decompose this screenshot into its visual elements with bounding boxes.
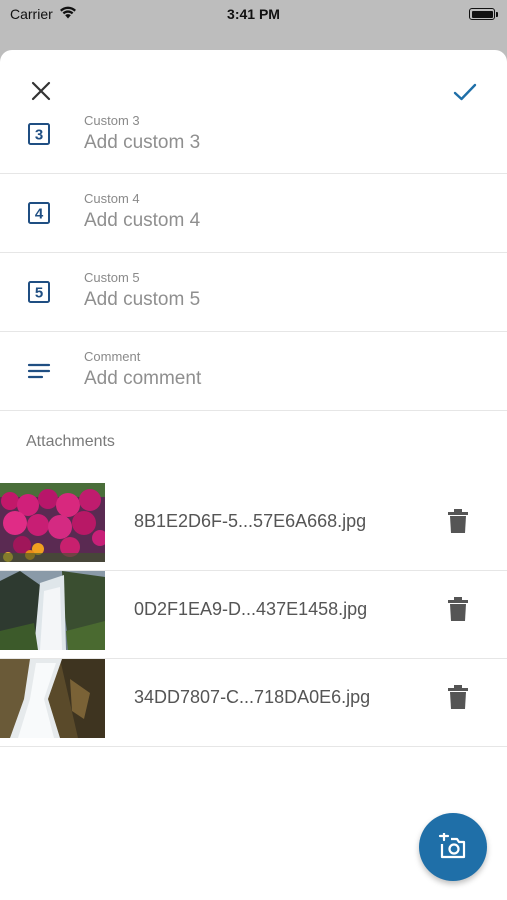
attachments-title: Attachments (26, 433, 115, 450)
attachment-file-name: 8B1E2D6F-5...57E6A668.jpg (134, 511, 367, 531)
number-4-icon: 4 (27, 201, 51, 225)
waterfall-thumbnail (0, 571, 105, 650)
field-placeholder: Add custom 4 (84, 210, 201, 231)
field-placeholder: Add custom 5 (84, 289, 201, 310)
number-5-glyph: 5 (35, 285, 43, 302)
number-3-icon: 3 (27, 122, 51, 146)
field-comment[interactable]: Comment Add comment (0, 332, 507, 411)
field-label: Custom 3 (84, 113, 140, 128)
close-icon (31, 81, 51, 101)
attachment-item[interactable]: 8B1E2D6F-5...57E6A668.jpg (0, 483, 507, 571)
number-3-glyph: 3 (35, 127, 43, 144)
done-button[interactable] (451, 78, 479, 106)
battery-icon (469, 8, 498, 20)
delete-attachment-button[interactable] (446, 684, 470, 710)
attachment-file-name: 34DD7807-C...718DA0E6.jpg (134, 687, 371, 707)
checkmark-icon (453, 83, 477, 101)
flowers-thumbnail (0, 483, 105, 562)
sheet-header (0, 50, 507, 118)
edit-sheet: 3 Custom 3 Add custom 3 4 Custom 4 Add c… (0, 50, 507, 900)
number-4-glyph: 4 (35, 206, 44, 223)
field-placeholder: Add custom 3 (84, 132, 201, 153)
status-left: Carrier (0, 6, 77, 22)
status-right (469, 8, 507, 20)
field-label: Custom 5 (84, 270, 140, 285)
field-label: Comment (84, 349, 141, 364)
carrier-label: Carrier (10, 6, 53, 22)
number-5-icon: 5 (27, 280, 51, 304)
field-custom-3[interactable]: 3 Custom 3 Add custom 3 (0, 113, 507, 174)
trash-icon (448, 685, 468, 709)
add-photo-icon (438, 833, 466, 859)
delete-attachment-button[interactable] (446, 596, 470, 622)
attachment-file-name: 0D2F1EA9-D...437E1458.jpg (134, 599, 368, 619)
status-bar: Carrier 3:41 PM (0, 0, 507, 28)
battery-fill (471, 10, 493, 18)
field-custom-5[interactable]: 5 Custom 5 Add custom 5 (0, 253, 507, 332)
field-label: Custom 4 (84, 191, 140, 206)
wifi-icon (59, 6, 77, 22)
close-button[interactable] (28, 78, 54, 104)
comment-lines-icon (27, 359, 51, 383)
attachment-item[interactable]: 0D2F1EA9-D...437E1458.jpg (0, 571, 507, 659)
add-photo-button[interactable] (419, 813, 487, 881)
field-placeholder: Add comment (84, 368, 202, 389)
delete-attachment-button[interactable] (446, 508, 470, 534)
trash-icon (448, 597, 468, 621)
attachment-item[interactable]: 34DD7807-C...718DA0E6.jpg (0, 659, 507, 747)
cascade-thumbnail (0, 659, 105, 738)
field-custom-4[interactable]: 4 Custom 4 Add custom 4 (0, 174, 507, 253)
trash-icon (448, 509, 468, 533)
